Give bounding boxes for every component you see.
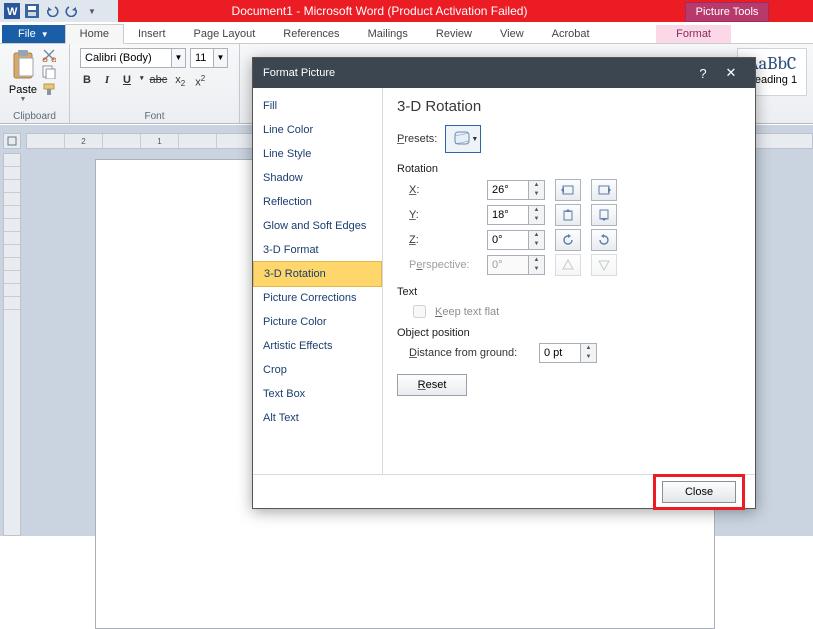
underline-button[interactable]: U — [120, 74, 134, 89]
close-icon[interactable]: ✕ — [717, 65, 745, 81]
panel-heading: 3-D Rotation — [397, 98, 741, 115]
superscript-button[interactable]: x2 — [193, 74, 207, 89]
copy-icon[interactable] — [42, 65, 56, 79]
subscript-button[interactable]: x2 — [173, 74, 187, 89]
file-tab-label: File — [18, 28, 36, 40]
bold-button[interactable]: B — [80, 74, 94, 89]
dialog-title: Format Picture — [263, 67, 335, 79]
tab-format[interactable]: Format — [656, 25, 731, 43]
quick-access-toolbar: W ▼ — [0, 0, 118, 22]
nav-artistic-effects[interactable]: Artistic Effects — [253, 334, 382, 358]
paste-dropdown-icon[interactable]: ▼ — [20, 96, 27, 103]
cut-icon[interactable] — [42, 48, 56, 62]
group-label-clipboard: Clipboard — [0, 111, 69, 122]
nav-shadow[interactable]: Shadow — [253, 166, 382, 190]
undo-icon[interactable] — [43, 2, 61, 20]
paste-icon[interactable] — [8, 46, 38, 84]
reset-button[interactable]: Reset — [397, 374, 467, 396]
x-spinner[interactable]: ▲▼ — [487, 180, 545, 200]
tab-mailings[interactable]: Mailings — [354, 25, 422, 43]
z-spinner[interactable]: ▲▼ — [487, 230, 545, 250]
nav-alt-text[interactable]: Alt Text — [253, 406, 382, 430]
word-icon: W — [3, 2, 21, 20]
rotate-x-left-icon[interactable] — [555, 179, 581, 201]
redo-icon[interactable] — [63, 2, 81, 20]
close-button[interactable]: Close — [662, 481, 736, 503]
presets-dropdown[interactable]: ▼ — [445, 125, 481, 153]
tab-review[interactable]: Review — [422, 25, 486, 43]
object-position-section-label: Object position — [397, 327, 741, 339]
tab-references[interactable]: References — [269, 25, 353, 43]
distance-from-ground-label: Distance from ground: — [409, 347, 529, 359]
paste-label[interactable]: Paste — [9, 84, 37, 96]
nav-text-box[interactable]: Text Box — [253, 382, 382, 406]
tab-acrobat[interactable]: Acrobat — [538, 25, 604, 43]
qat-dropdown-icon[interactable]: ▼ — [83, 2, 101, 20]
x-label: X: — [409, 184, 477, 196]
contextual-tab-label: Picture Tools — [685, 2, 770, 22]
nav-line-style[interactable]: Line Style — [253, 142, 382, 166]
nav-picture-color[interactable]: Picture Color — [253, 310, 382, 334]
nav-line-color[interactable]: Line Color — [253, 118, 382, 142]
keep-text-flat-checkbox — [413, 305, 426, 318]
tab-home[interactable]: Home — [65, 24, 124, 44]
perspective-spinner: ▲▼ — [487, 255, 545, 275]
format-picture-dialog: Format Picture ? ✕ Fill Line Color Line … — [252, 57, 756, 509]
ribbon-tabs: File ▼ Home Insert Page Layout Reference… — [0, 22, 813, 44]
z-label: Z: — [409, 234, 477, 246]
nav-fill[interactable]: Fill — [253, 94, 382, 118]
strikethrough-button[interactable]: abc — [150, 74, 168, 89]
rotate-z-cw-icon[interactable] — [591, 229, 617, 251]
perspective-label: Perspective: — [409, 259, 477, 271]
distance-spinner[interactable]: ▲▼ — [539, 343, 597, 363]
nav-glow[interactable]: Glow and Soft Edges — [253, 214, 382, 238]
y-label: Y: — [409, 209, 477, 221]
nav-3d-rotation[interactable]: 3-D Rotation — [253, 261, 382, 287]
presets-label: Presets: — [397, 133, 437, 145]
nav-picture-corrections[interactable]: Picture Corrections — [253, 286, 382, 310]
font-name-input[interactable] — [80, 48, 172, 68]
nav-3d-format[interactable]: 3-D Format — [253, 238, 382, 262]
ruler-corner[interactable] — [3, 133, 21, 149]
text-section-label: Text — [397, 286, 741, 298]
rotation-section-label: Rotation — [397, 163, 741, 175]
italic-button[interactable]: I — [100, 74, 114, 89]
perspective-up-icon — [555, 254, 581, 276]
highlight-annotation: Close — [653, 474, 745, 510]
help-icon[interactable]: ? — [689, 66, 717, 81]
rotate-x-right-icon[interactable] — [591, 179, 617, 201]
save-icon[interactable] — [23, 2, 41, 20]
nav-crop[interactable]: Crop — [253, 358, 382, 382]
nav-reflection[interactable]: Reflection — [253, 190, 382, 214]
rotate-z-ccw-icon[interactable] — [555, 229, 581, 251]
tab-view[interactable]: View — [486, 25, 538, 43]
window-title: Document1 - Microsoft Word (Product Acti… — [118, 0, 641, 22]
tab-page-layout[interactable]: Page Layout — [180, 25, 270, 43]
format-painter-icon[interactable] — [42, 82, 56, 96]
chevron-down-icon: ▼ — [41, 30, 49, 39]
chevron-down-icon: ▼ — [471, 136, 478, 143]
perspective-down-icon — [591, 254, 617, 276]
y-spinner[interactable]: ▲▼ — [487, 205, 545, 225]
rotate-y-up-icon[interactable] — [555, 204, 581, 226]
svg-text:W: W — [7, 6, 18, 18]
font-size-input[interactable] — [190, 48, 214, 68]
keep-text-flat-label: Keep text flat — [435, 306, 499, 318]
file-tab[interactable]: File ▼ — [2, 25, 65, 43]
group-label-font: Font — [70, 111, 239, 122]
tab-insert[interactable]: Insert — [124, 25, 180, 43]
vertical-ruler[interactable] — [3, 153, 21, 536]
dialog-nav: Fill Line Color Line Style Shadow Reflec… — [253, 88, 383, 474]
rotate-y-down-icon[interactable] — [591, 204, 617, 226]
